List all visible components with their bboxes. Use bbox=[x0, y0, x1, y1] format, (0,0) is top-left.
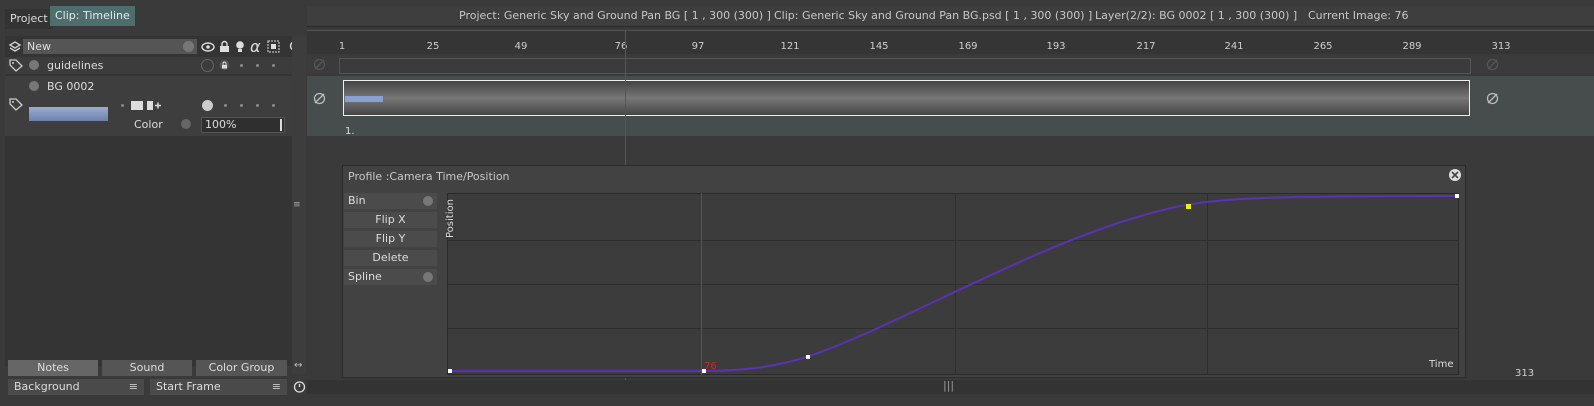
tab-project[interactable]: Project bbox=[5, 9, 53, 29]
info-bar: Project: Generic Sky and Ground Pan BG [… bbox=[307, 6, 1594, 27]
delete-button[interactable]: Delete bbox=[344, 250, 437, 266]
ruler-tick: 49 bbox=[514, 41, 528, 52]
timer-icon[interactable] bbox=[293, 380, 306, 393]
tag-icon bbox=[9, 59, 23, 72]
ruler-tick: 97 bbox=[691, 41, 705, 52]
dot[interactable] bbox=[256, 104, 259, 107]
lock-icon[interactable] bbox=[219, 59, 230, 71]
ruler-tick: 313 bbox=[1491, 41, 1511, 52]
ruler-tick: 169 bbox=[958, 41, 978, 52]
scroll-grip-icon[interactable]: ||| bbox=[943, 379, 954, 392]
ruler-tick: 289 bbox=[1402, 41, 1422, 52]
layers-stack-icon[interactable] bbox=[8, 40, 22, 54]
ruler-tick: 145 bbox=[869, 41, 889, 52]
no-content-icon bbox=[313, 58, 326, 71]
ruler-tick: 121 bbox=[780, 41, 800, 52]
collapse-icon[interactable] bbox=[29, 81, 39, 91]
exposure-thumbnail bbox=[345, 96, 383, 102]
ruler-tick: 241 bbox=[1224, 41, 1244, 52]
new-layer-row[interactable]: New bbox=[23, 39, 197, 54]
no-content-icon bbox=[1486, 92, 1499, 105]
dot[interactable] bbox=[121, 104, 124, 107]
project-info: Project: Generic Sky and Ground Pan BG [… bbox=[459, 9, 771, 22]
chevron-down-icon bbox=[423, 196, 433, 206]
no-content-icon bbox=[1486, 58, 1499, 71]
dot[interactable] bbox=[272, 64, 275, 67]
tab-color-group[interactable]: Color Group bbox=[196, 360, 287, 376]
ruler-tick: 265 bbox=[1313, 41, 1333, 52]
list-icon[interactable]: ≡ bbox=[129, 379, 138, 395]
flip-x-button[interactable]: Flip X bbox=[344, 212, 437, 228]
lock-icon[interactable] bbox=[219, 40, 230, 53]
sequence-icon[interactable] bbox=[130, 100, 162, 111]
keyframe[interactable] bbox=[702, 369, 706, 373]
current-image-info: Current Image: 76 bbox=[1308, 9, 1409, 22]
spline-label: Spline bbox=[348, 270, 382, 283]
ruler-end-label: 313 bbox=[1515, 368, 1535, 379]
background-selector[interactable]: Background ≡ bbox=[8, 379, 144, 395]
swap-icon[interactable]: ↔ bbox=[294, 360, 302, 371]
frame-label: 1. bbox=[345, 126, 355, 137]
profile-title: Profile :Camera Time/Position bbox=[348, 170, 510, 183]
select-icon[interactable] bbox=[267, 40, 280, 53]
position-curve[interactable] bbox=[447, 193, 1459, 375]
tag-icon bbox=[9, 98, 23, 111]
guidelines-track-bar[interactable] bbox=[339, 58, 1471, 74]
opacity-slider-handle[interactable] bbox=[280, 119, 282, 131]
visibility-toggle[interactable] bbox=[201, 59, 214, 72]
bg-exposure-bar[interactable] bbox=[343, 80, 1470, 116]
dot[interactable] bbox=[240, 64, 243, 67]
tab-clip-timeline[interactable]: Clip: Timeline bbox=[50, 6, 135, 26]
opacity-field[interactable]: 100% bbox=[201, 117, 285, 133]
chevron-down-icon[interactable] bbox=[183, 41, 194, 52]
layer-thumbnail bbox=[29, 107, 108, 121]
keyframe[interactable] bbox=[806, 355, 810, 359]
tab-notes[interactable]: Notes bbox=[8, 360, 98, 376]
bin-dropdown[interactable]: Bin bbox=[344, 193, 437, 209]
tab-sound[interactable]: Sound bbox=[102, 360, 192, 376]
ruler-tick: 193 bbox=[1046, 41, 1066, 52]
eye-icon[interactable] bbox=[201, 41, 215, 53]
clip-info: Clip: Generic Sky and Ground Pan BG.psd … bbox=[774, 9, 1093, 22]
alpha-icon[interactable]: α bbox=[250, 37, 261, 56]
ruler-tick: 217 bbox=[1136, 41, 1156, 52]
dot[interactable] bbox=[272, 104, 275, 107]
ruler-tick: 25 bbox=[426, 41, 440, 52]
expand-icon[interactable] bbox=[29, 60, 39, 70]
opacity-value: 100% bbox=[205, 118, 237, 131]
visibility-toggle[interactable] bbox=[202, 100, 213, 111]
keyframe-selected[interactable] bbox=[1186, 204, 1191, 209]
keyframe[interactable] bbox=[1455, 194, 1459, 198]
dot[interactable] bbox=[224, 104, 227, 107]
close-icon[interactable] bbox=[1448, 168, 1462, 182]
chevron-down-icon bbox=[423, 272, 433, 282]
layer-info: Layer(2/2): BG 0002 [ 1 , 300 (300) ] bbox=[1095, 9, 1298, 22]
bg-layer-label: BG 0002 bbox=[47, 80, 95, 93]
bin-label: Bin bbox=[348, 194, 366, 207]
dot[interactable] bbox=[240, 104, 243, 107]
list-icon[interactable]: ≡ bbox=[272, 379, 281, 395]
keyframe[interactable] bbox=[448, 369, 452, 373]
flip-y-button[interactable]: Flip Y bbox=[344, 231, 437, 247]
color-mode-icon[interactable] bbox=[181, 119, 191, 129]
frame-ruler[interactable]: 1 25 49 76 97 121 145 169 193 217 241 26… bbox=[307, 30, 1594, 55]
no-content-icon bbox=[313, 92, 326, 105]
color-label: Color bbox=[134, 118, 163, 131]
grip-icon[interactable]: ≡ bbox=[293, 200, 301, 210]
light-bulb-icon[interactable] bbox=[235, 40, 245, 53]
new-layer-label: New bbox=[27, 40, 51, 53]
start-frame-label: Start Frame bbox=[156, 380, 221, 393]
dot[interactable] bbox=[256, 64, 259, 67]
guidelines-label: guidelines bbox=[47, 59, 104, 72]
background-label: Background bbox=[14, 380, 80, 393]
ruler-tick: 1 bbox=[338, 41, 346, 52]
spline-dropdown[interactable]: Spline bbox=[344, 269, 437, 285]
start-frame-selector[interactable]: Start Frame ≡ bbox=[150, 379, 287, 395]
